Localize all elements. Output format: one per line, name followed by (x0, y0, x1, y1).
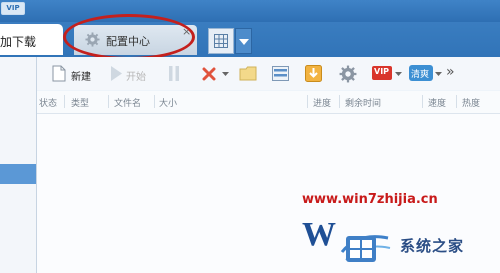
new-file-icon[interactable] (52, 65, 66, 82)
folder-icon[interactable] (239, 66, 257, 81)
watermark-brand: 系统之家 (400, 237, 465, 255)
start-button[interactable]: 开始 (126, 68, 146, 83)
column-divider (64, 95, 65, 108)
toolbar: 新建 开始 VIP 清爽 » (37, 57, 500, 90)
col-size[interactable]: 大小 (159, 96, 177, 109)
vip-button[interactable]: VIP (372, 66, 392, 80)
col-status[interactable]: 状态 (39, 96, 57, 109)
highlight-circle (63, 14, 195, 60)
column-divider (422, 95, 423, 108)
column-divider (456, 95, 457, 108)
col-remaining[interactable]: 剩余时间 (345, 96, 381, 109)
sidebar-item-selected[interactable] (0, 164, 36, 184)
chevron-down-icon (239, 39, 249, 45)
pause-icon[interactable] (168, 65, 180, 82)
col-type[interactable]: 类型 (71, 96, 89, 109)
settings-gear-icon[interactable] (339, 65, 357, 83)
column-divider (108, 95, 109, 108)
col-progress[interactable]: 进度 (313, 96, 331, 109)
svg-text:W: W (302, 216, 336, 253)
app-window: VIP 加下载 配置中心 × 新建 开始 VIP 清爽 » 状态 类型 文件名 … (0, 0, 500, 273)
new-button[interactable]: 新建 (71, 68, 91, 83)
download-box-icon[interactable] (305, 65, 322, 82)
col-speed[interactable]: 速度 (428, 96, 446, 109)
watermark-url: www.win7zhijia.cn (302, 192, 438, 207)
chevron-down-icon[interactable] (222, 72, 229, 76)
skin-label: 清爽 (411, 70, 430, 80)
column-header-row: 状态 类型 文件名 大小 进度 剩余时间 速度 热度 (37, 91, 500, 114)
grid-view-button[interactable] (208, 28, 234, 54)
tab-dropdown-button[interactable] (235, 28, 252, 54)
sidebar (0, 57, 37, 273)
play-icon (111, 66, 122, 81)
col-filename[interactable]: 文件名 (114, 96, 141, 109)
properties-icon[interactable] (272, 66, 289, 81)
tab-download-label: 加下载 (0, 35, 37, 49)
column-divider (339, 95, 340, 108)
tab-download[interactable]: 加下载 (0, 24, 63, 55)
column-divider (154, 95, 155, 108)
chevron-down-icon[interactable] (395, 72, 402, 76)
chevron-down-icon[interactable] (435, 72, 442, 76)
vip-label: VIP (374, 67, 390, 76)
skin-button[interactable]: 清爽 (409, 65, 433, 81)
more-icon[interactable]: » (446, 64, 455, 80)
grid-icon (214, 34, 228, 48)
watermark-logo: W (302, 216, 391, 262)
vip-badge[interactable]: VIP (1, 2, 25, 15)
title-bar: VIP (0, 0, 500, 22)
column-divider (307, 95, 308, 108)
delete-icon[interactable] (202, 67, 216, 81)
col-heat[interactable]: 热度 (462, 96, 480, 109)
